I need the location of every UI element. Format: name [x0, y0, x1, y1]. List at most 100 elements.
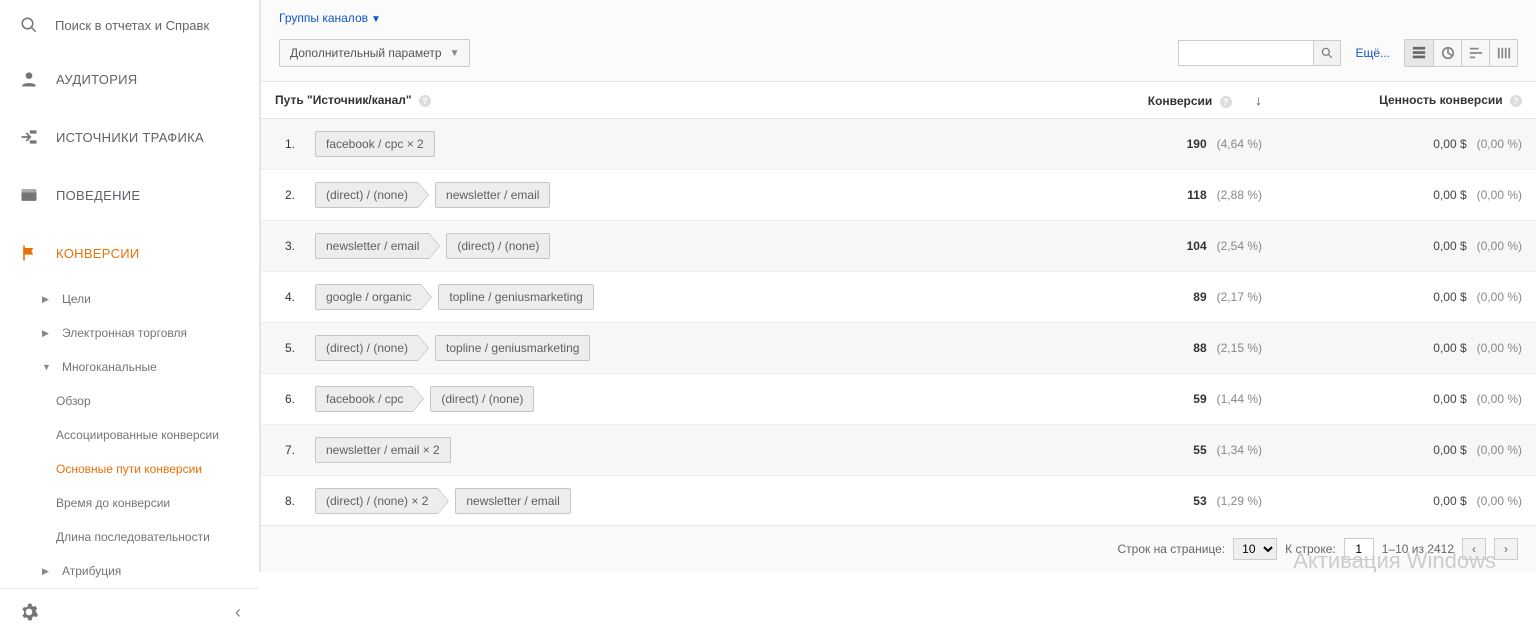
conversions-subnav: ▶ Цели ▶ Электронная торговля ▼ Многокан… [0, 282, 259, 588]
view-toggles [1404, 39, 1518, 67]
row-path: (direct) / (none) newsletter / email [301, 170, 1036, 221]
row-index: 4. [261, 272, 301, 323]
mcf-top-paths[interactable]: Основные пути конверсии [48, 452, 259, 486]
table-search-button[interactable] [1313, 40, 1341, 66]
table-row[interactable]: 6.facebook / cpc(direct) / (none)59(1,44… [261, 374, 1536, 425]
goto-row-input[interactable] [1344, 538, 1374, 560]
sidebar: Поиск в отчетах и Справк АУДИТОРИЯ ИСТОЧ… [0, 0, 260, 572]
subnav-goals[interactable]: ▶ Цели [30, 282, 259, 316]
path-chip: newsletter / email [455, 488, 570, 514]
prev-page-button[interactable]: ‹ [1462, 538, 1486, 560]
chevron-right-icon: ▶ [42, 328, 52, 339]
path-chip: (direct) / (none) [315, 182, 419, 208]
behavior-icon [18, 184, 40, 206]
table-row[interactable]: 2. (direct) / (none) newsletter / email 118… [261, 170, 1536, 221]
subnav-label: Многоканальные [62, 360, 157, 374]
nav-label: ИСТОЧНИКИ ТРАФИКА [56, 130, 204, 145]
row-path: (direct) / (none)topline / geniusmarketi… [301, 323, 1036, 374]
breadcrumb-channel-groups[interactable]: Группы каналов▼ [279, 11, 381, 25]
table-row[interactable]: 3.newsletter / email(direct) / (none)104… [261, 221, 1536, 272]
table-wrap: Путь "Источник/канал" ? Конверсии ? ↓ Це… [261, 81, 1536, 525]
row-conversions: 88(2,15 %) [1036, 323, 1276, 374]
col-path-header[interactable]: Путь "Источник/канал" ? [261, 82, 1036, 119]
chevron-right-icon: ▶ [42, 566, 52, 577]
goto-row-label: К строке: [1285, 542, 1336, 556]
help-icon[interactable]: ? [419, 95, 431, 107]
controls-row: Дополнительный параметр ▼ Ещё... [261, 25, 1536, 81]
pie-view-button[interactable] [1433, 40, 1461, 66]
row-conversions: 190(4,64 %) [1036, 119, 1276, 170]
mcf-assisted[interactable]: Ассоциированные конверсии [48, 418, 259, 452]
bar-view-button[interactable] [1461, 40, 1489, 66]
row-index: 2. [261, 170, 301, 221]
row-path: facebook / cpc × 2 [301, 119, 1036, 170]
search-icon [18, 14, 40, 36]
collapse-sidebar-button[interactable]: ‹ [235, 602, 241, 623]
row-conversions: 53(1,29 %) [1036, 476, 1276, 526]
subnav-attribution[interactable]: ▶ Атрибуция [30, 554, 259, 588]
nav-acquisition[interactable]: ИСТОЧНИКИ ТРАФИКА [0, 108, 259, 166]
comparison-view-button[interactable] [1489, 40, 1517, 66]
mcf-overview[interactable]: Обзор [48, 384, 259, 418]
rows-per-page-select[interactable]: 10 [1233, 538, 1277, 560]
path-chip: google / organic [315, 284, 422, 310]
row-index: 1. [261, 119, 301, 170]
row-value: 0,00 $(0,00 %) [1276, 170, 1536, 221]
row-index: 3. [261, 221, 301, 272]
sidebar-footer: ‹ [0, 588, 259, 635]
nav-audience[interactable]: АУДИТОРИЯ [0, 50, 259, 108]
path-chip: facebook / cpc [315, 386, 414, 412]
row-index: 7. [261, 425, 301, 476]
conversion-paths-table: Путь "Источник/канал" ? Конверсии ? ↓ Це… [261, 81, 1536, 525]
row-value: 0,00 $(0,00 %) [1276, 425, 1536, 476]
flag-icon [18, 242, 40, 264]
subnav-label: Электронная торговля [62, 326, 187, 340]
table-row[interactable]: 1.facebook / cpc × 2190(4,64 %)0,00 $(0,… [261, 119, 1536, 170]
table-row[interactable]: 7.newsletter / email × 255(1,34 %)0,00 $… [261, 425, 1536, 476]
chevron-down-icon: ▼ [42, 362, 52, 372]
table-row[interactable]: 5.(direct) / (none)topline / geniusmarke… [261, 323, 1536, 374]
table-search [1178, 40, 1341, 66]
help-icon[interactable]: ? [1510, 95, 1522, 107]
mcf-time-lag[interactable]: Время до конверсии [48, 486, 259, 520]
row-value: 0,00 $(0,00 %) [1276, 221, 1536, 272]
table-row[interactable]: 8.(direct) / (none) × 2newsletter / emai… [261, 476, 1536, 526]
nav-conversions[interactable]: КОНВЕРСИИ [0, 224, 259, 282]
secondary-dimension-label: Дополнительный параметр [290, 46, 442, 60]
nav-label: ПОВЕДЕНИЕ [56, 188, 140, 203]
sidebar-search-placeholder: Поиск в отчетах и Справк [55, 18, 209, 33]
row-path: (direct) / (none) × 2 newsletter / email [301, 476, 1036, 526]
more-filters-link[interactable]: Ещё... [1349, 46, 1396, 60]
person-icon [18, 68, 40, 90]
table-view-button[interactable] [1405, 40, 1433, 66]
subnav-ecommerce[interactable]: ▶ Электронная торговля [30, 316, 259, 350]
page-range: 1–10 из 2412 [1382, 542, 1454, 556]
chevron-down-icon: ▼ [371, 14, 381, 25]
nav-behavior[interactable]: ПОВЕДЕНИЕ [0, 166, 259, 224]
mcf-path-length[interactable]: Длина последовательности [48, 520, 259, 554]
row-path: newsletter / email × 2 [301, 425, 1036, 476]
subnav-multichannel[interactable]: ▼ Многоканальные [30, 350, 259, 384]
sort-desc-icon: ↓ [1255, 92, 1262, 108]
path-chip: (direct) / (none) [430, 386, 534, 412]
chevron-down-icon: ▼ [450, 48, 460, 59]
path-chip: (direct) / (none) × 2 [315, 488, 439, 514]
subnav-label: Атрибуция [62, 564, 121, 578]
col-value-header[interactable]: Ценность конверсии ? [1276, 82, 1536, 119]
sidebar-search[interactable]: Поиск в отчетах и Справк [0, 0, 259, 50]
col-conversions-header[interactable]: Конверсии ? ↓ [1036, 82, 1276, 119]
secondary-dimension-dropdown[interactable]: Дополнительный параметр ▼ [279, 39, 470, 67]
gear-icon[interactable] [18, 601, 40, 623]
row-conversions: 59(1,44 %) [1036, 374, 1276, 425]
path-chip: topline / geniusmarketing [435, 335, 590, 361]
path-chip: newsletter / email [435, 182, 550, 208]
table-search-input[interactable] [1178, 40, 1313, 66]
help-icon[interactable]: ? [1220, 96, 1232, 108]
row-value: 0,00 $(0,00 %) [1276, 119, 1536, 170]
row-path: google / organictopline / geniusmarketin… [301, 272, 1036, 323]
table-row[interactable]: 4.google / organictopline / geniusmarket… [261, 272, 1536, 323]
row-conversions: 118(2,88 %) [1036, 170, 1276, 221]
next-page-button[interactable]: › [1494, 538, 1518, 560]
main-content: Группы каналов▼ Дополнительный параметр … [260, 0, 1536, 572]
row-path: newsletter / email(direct) / (none) [301, 221, 1036, 272]
